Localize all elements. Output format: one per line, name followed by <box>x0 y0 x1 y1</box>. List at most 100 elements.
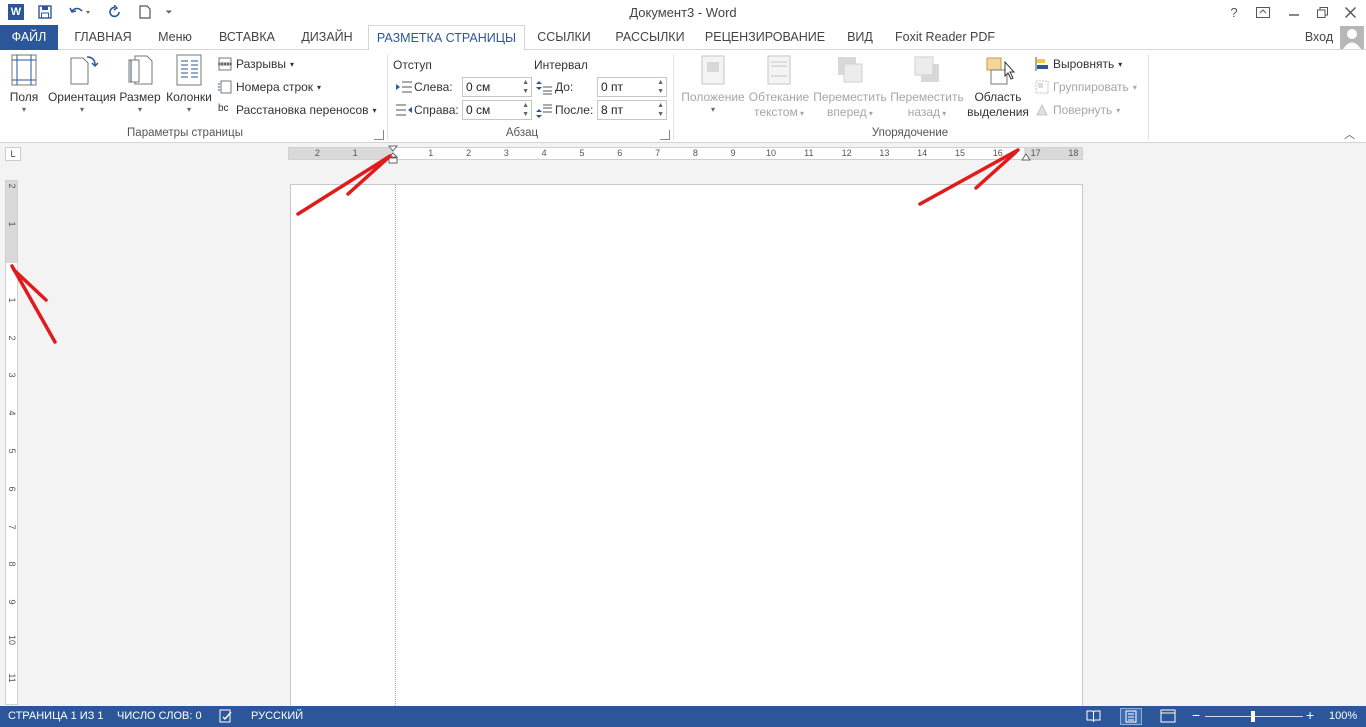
chevron-down-icon: ▾ <box>137 105 142 114</box>
tab-menu[interactable]: Меню <box>152 25 198 50</box>
undo-icon[interactable] <box>66 3 94 21</box>
print-layout-icon[interactable] <box>1120 708 1142 725</box>
margins-button[interactable]: Поля ▾ <box>6 54 42 115</box>
spacing-before-label: До: <box>555 80 574 94</box>
page-setup-dialog-launcher-icon[interactable] <box>374 130 384 140</box>
minimize-icon[interactable] <box>1281 2 1307 22</box>
ruler-number: 1 <box>7 221 17 227</box>
restore-icon[interactable] <box>1309 2 1335 22</box>
chevron-down-icon: ▾ <box>317 82 322 92</box>
position-button[interactable]: Положение ▾ <box>678 54 748 115</box>
breaks-button[interactable]: Разрывы ▾ <box>218 57 294 71</box>
document-title: Документ3 - Word <box>629 5 737 20</box>
ribbon-display-options-icon[interactable] <box>1250 2 1276 22</box>
columns-button[interactable]: Колонки ▾ <box>164 54 214 115</box>
indent-left-label: Слева: <box>414 80 453 94</box>
read-mode-icon[interactable] <box>1086 709 1101 726</box>
customize-qat-icon[interactable]: ⏷ <box>160 3 178 21</box>
group-button[interactable]: Группировать ▾ <box>1035 80 1137 94</box>
sign-in-link[interactable]: Вход <box>1302 25 1336 50</box>
spacing-after-label: После: <box>555 103 594 117</box>
selection-pane-label-2: выделения <box>967 105 1029 119</box>
tab-design[interactable]: ДИЗАЙН <box>296 25 358 50</box>
bring-forward-label-2: вперед <box>827 105 867 119</box>
web-layout-icon[interactable] <box>1160 709 1176 726</box>
bring-forward-button[interactable]: Переместить вперед ▾ <box>812 54 888 121</box>
page-count[interactable]: СТРАНИЦА 1 ИЗ 1 <box>8 710 104 722</box>
tab-page-layout[interactable]: РАЗМЕТКА СТРАНИЦЫ <box>368 25 525 51</box>
wrap-text-button[interactable]: Обтекание текстом ▾ <box>746 54 812 121</box>
spin-arrows-icon[interactable]: ▲ ▼ <box>522 101 529 119</box>
tab-home[interactable]: ГЛАВНАЯ <box>70 25 136 50</box>
ruler-number: 11 <box>804 148 814 158</box>
ruler-number: 8 <box>692 148 698 158</box>
indent-left-input[interactable]: 0 см ▲ ▼ <box>462 77 532 97</box>
spin-arrows-icon[interactable]: ▲ ▼ <box>522 78 529 96</box>
first-line-indent-marker[interactable] <box>387 145 399 168</box>
chevron-down-icon: ▾ <box>186 105 191 114</box>
line-numbers-button[interactable]: Номера строк ▾ <box>218 80 321 94</box>
avatar[interactable] <box>1340 26 1364 49</box>
close-icon[interactable] <box>1337 2 1363 22</box>
collapse-ribbon-icon[interactable]: ︿ <box>1344 126 1355 142</box>
new-document-icon[interactable] <box>136 3 154 21</box>
proofing-icon[interactable] <box>219 709 233 726</box>
spacing-before-input[interactable]: 0 пт ▲ ▼ <box>597 77 667 97</box>
title-bar: W ⏷ Документ3 - Word ? <box>0 0 1366 25</box>
tab-selector[interactable]: L <box>5 147 21 161</box>
ruler-number: 8 <box>7 561 17 567</box>
breaks-label: Разрывы <box>236 57 286 71</box>
help-button[interactable]: ? <box>1221 2 1247 22</box>
margins-icon <box>9 54 39 86</box>
spacing-after-input[interactable]: 8 пт ▲ ▼ <box>597 100 667 120</box>
tab-foxit-reader-pdf[interactable]: Foxit Reader PDF <box>894 25 996 50</box>
orientation-button[interactable]: Ориентация ▾ <box>46 54 118 115</box>
vertical-ruler[interactable]: 2 1 1 2 3 4 5 6 7 8 9 10 11 <box>5 180 18 705</box>
save-icon[interactable] <box>36 3 54 21</box>
columns-label: Колонки <box>166 90 212 104</box>
zoom-level[interactable]: 100% <box>1329 710 1357 722</box>
word-count[interactable]: ЧИСЛО СЛОВ: 0 <box>117 710 202 722</box>
selection-pane-label-1: Область <box>974 90 1022 104</box>
tab-view[interactable]: ВИД <box>842 25 878 50</box>
document-page[interactable] <box>290 184 1083 710</box>
tab-references[interactable]: ССЫЛКИ <box>534 25 594 50</box>
ruler-number: 13 <box>879 148 890 158</box>
send-backward-button[interactable]: Переместить назад ▾ <box>888 54 966 121</box>
zoom-in-icon[interactable]: + <box>1306 707 1314 723</box>
rotate-label: Повернуть <box>1053 103 1113 117</box>
tab-insert[interactable]: ВСТАВКА <box>214 25 280 50</box>
zoom-slider-thumb[interactable] <box>1251 711 1255 722</box>
hyphenation-button[interactable]: bc Расстановка переносов ▾ <box>218 103 377 117</box>
ruler-number: 1 <box>352 148 358 158</box>
right-indent-marker[interactable] <box>1021 152 1031 166</box>
paragraph-dialog-launcher-icon[interactable] <box>660 130 670 140</box>
rotate-button[interactable]: Повернуть ▾ <box>1035 103 1120 117</box>
paragraph-group-label: Абзац <box>505 127 539 139</box>
orientation-icon <box>67 54 99 86</box>
tab-review[interactable]: РЕЦЕНЗИРОВАНИЕ <box>704 25 826 50</box>
selection-pane-button[interactable]: Область выделения <box>966 54 1030 120</box>
redo-icon[interactable] <box>106 3 124 21</box>
horizontal-ruler[interactable]: 2 1 1 2 3 4 5 6 7 8 9 10 11 12 13 14 15 16 17 18 <box>288 147 1083 160</box>
align-icon <box>1035 57 1049 71</box>
chevron-down-icon: ▾ <box>710 105 715 114</box>
arrow-to-top-margin-2 <box>12 268 48 302</box>
spin-arrows-icon[interactable]: ▲ ▼ <box>657 101 664 119</box>
indent-right-input[interactable]: 0 см ▲ ▼ <box>462 100 532 120</box>
arrange-group-label: Упорядочение <box>871 127 949 139</box>
ruler-number: 14 <box>917 148 928 158</box>
tab-file[interactable]: ФАЙЛ <box>0 25 58 50</box>
size-button[interactable]: Размер ▾ <box>118 54 162 115</box>
tab-mailings[interactable]: РАССЫЛКИ <box>612 25 688 50</box>
spacing-after-value: 8 пт <box>601 103 624 117</box>
ruler-number: 17 <box>1030 148 1041 158</box>
ruler-number: 7 <box>7 524 17 530</box>
zoom-out-icon[interactable]: − <box>1192 707 1200 723</box>
hyphenation-label: Расстановка переносов <box>236 103 369 117</box>
chevron-down-icon: ▾ <box>79 105 84 114</box>
spin-arrows-icon[interactable]: ▲ ▼ <box>657 78 664 96</box>
language[interactable]: РУССКИЙ <box>251 710 303 722</box>
align-button[interactable]: Выровнять ▾ <box>1035 57 1122 71</box>
position-icon <box>698 54 728 86</box>
